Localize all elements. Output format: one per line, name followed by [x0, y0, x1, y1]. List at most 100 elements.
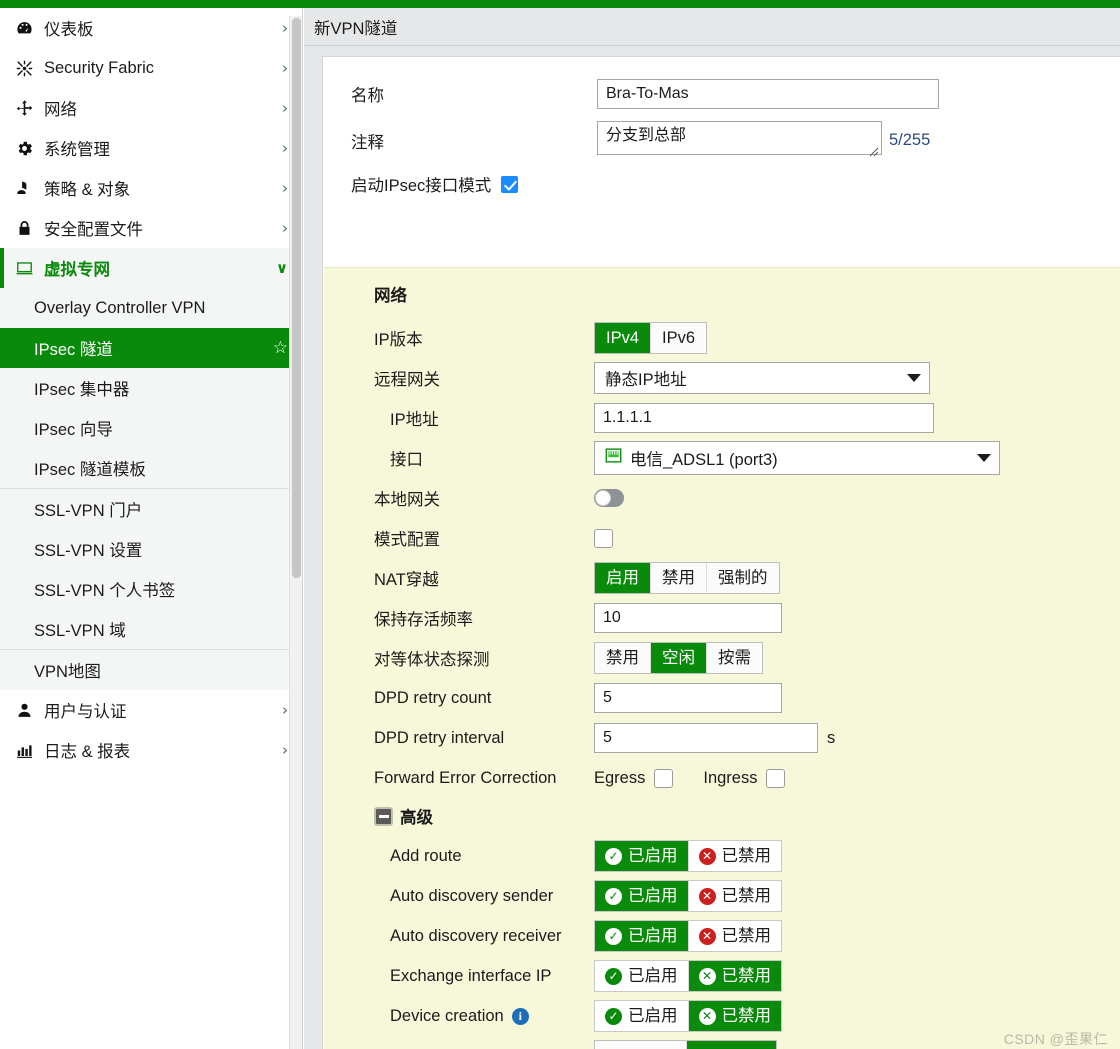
sidebar-item-sslvpn-personal-bookmarks[interactable]: SSL-VPN 个人书签 — [0, 569, 302, 609]
dpd-option-on-idle[interactable]: 空闲 — [651, 643, 707, 673]
add-route-option-enabled[interactable]: ✓ 已启用 — [595, 841, 689, 871]
dpd-retry-count-input[interactable] — [594, 683, 782, 713]
x-circle-icon: ✕ — [698, 847, 716, 865]
sidebar-item-sslvpn-realms[interactable]: SSL-VPN 域 — [0, 609, 302, 649]
chevron-right-icon: › — [282, 700, 288, 719]
main-content: 新VPN隧道 名称 注释 分支到总部 5/255 — [304, 8, 1120, 1049]
fec-egress-label: Egress — [594, 768, 646, 787]
exchange-interface-ip-segmented: ✓ 已启用 ✕ 已禁用 — [594, 960, 782, 992]
sidebar-scrollbar-thumb[interactable] — [292, 18, 301, 578]
sidebar-item-ipsec-concentrator[interactable]: IPsec 集中器 — [0, 368, 302, 408]
info-icon[interactable]: i — [511, 1007, 529, 1025]
sidebar-item-ipsec-wizard[interactable]: IPsec 向导 — [0, 408, 302, 448]
sidebar-item-label: 虚拟专网 — [44, 261, 110, 279]
exchange-interface-ip-control: ✓ 已启用 ✕ 已禁用 — [594, 960, 782, 992]
nat-traversal-option-enable[interactable]: 启用 — [595, 563, 651, 593]
sidebar-item-ipsec-tunnel-template[interactable]: IPsec 隧道模板 — [0, 448, 302, 488]
sidebar-item-sslvpn-settings[interactable]: SSL-VPN 设置 — [0, 529, 302, 569]
fec-ingress-checkbox[interactable] — [766, 768, 786, 788]
remote-gateway-control: 静态IP地址 — [594, 362, 930, 394]
ip-address-input[interactable] — [594, 403, 934, 433]
sidebar-item-vpn[interactable]: 虚拟专网 ∨ — [0, 248, 302, 288]
sidebar-item-dashboard[interactable]: 仪表板 › — [0, 8, 302, 48]
mode-config-checkbox[interactable] — [594, 528, 613, 548]
auto-discovery-receiver-option-enabled[interactable]: ✓ 已启用 — [595, 921, 689, 951]
tunnel-search-option-selectors[interactable]: Selectors — [595, 1041, 687, 1049]
add-route-control: ✓ 已启用 ✕ 已禁用 — [594, 840, 782, 872]
name-row: 名称 — [323, 79, 1120, 109]
sidebar-item-overlay-controller-vpn[interactable]: Overlay Controller VPN — [0, 288, 302, 328]
option-label: 已启用 — [628, 1007, 678, 1025]
nat-traversal-segmented: 启用 禁用 强制的 — [594, 562, 780, 594]
check-circle-icon: ✓ — [605, 927, 622, 945]
comment-textarea[interactable]: 分支到总部 — [597, 121, 882, 155]
interface-value-wrapper: 电信_ADSL1 (port3) — [605, 446, 967, 470]
local-gateway-toggle[interactable] — [594, 489, 624, 507]
check-circle-icon: ✓ — [605, 847, 622, 865]
device-creation-label-wrapper: Device creation i — [324, 1007, 594, 1026]
exchange-interface-ip-option-enabled[interactable]: ✓ 已启用 — [595, 961, 689, 991]
chevron-right-icon: › — [282, 98, 288, 117]
exchange-interface-ip-option-disabled[interactable]: ✕ 已禁用 — [688, 961, 781, 991]
advanced-section-header[interactable]: 高级 — [324, 804, 1120, 828]
ip-version-option-ipv6[interactable]: IPv6 — [651, 323, 707, 353]
sidebar-item-log-report[interactable]: 日志 & 报表 › — [0, 730, 302, 770]
dead-peer-detection-row: 对等体状态探测 禁用 空闲 按需 — [324, 638, 1120, 678]
sidebar-item-security-fabric[interactable]: Security Fabric › — [0, 48, 302, 88]
dpd-retry-interval-input[interactable] — [594, 723, 818, 753]
device-creation-segmented: ✓ 已启用 ✕ 已禁用 — [594, 1000, 782, 1032]
fec-egress-checkbox[interactable] — [654, 768, 674, 788]
chevron-right-icon: › — [282, 18, 288, 37]
remote-gateway-dropdown[interactable]: 静态IP地址 — [594, 362, 930, 394]
sidebar-item-policy-objects[interactable]: 策略 & 对象 › — [0, 168, 302, 208]
sidebar-item-user-authentication[interactable]: 用户与认证 › — [0, 690, 302, 730]
dead-peer-detection-control: 禁用 空闲 按需 — [594, 642, 763, 674]
interface-dropdown[interactable]: 电信_ADSL1 (port3) — [594, 441, 1000, 475]
favorite-star-icon[interactable]: ☆ — [273, 338, 288, 358]
ipsec-interface-mode-label: 启动IPsec接口模式 — [351, 177, 492, 195]
chevron-right-icon: › — [282, 218, 288, 237]
tunnel-search-row: Tunnel search Selectors Next-hop — [324, 1036, 1120, 1049]
check-circle-icon: ✓ — [605, 887, 622, 905]
device-creation-option-disabled[interactable]: ✕ 已禁用 — [688, 1001, 781, 1031]
sidebar-subitem-label: SSL-VPN 个人书签 — [34, 582, 176, 600]
add-route-option-disabled[interactable]: ✕ 已禁用 — [688, 841, 781, 871]
ip-version-option-ipv4[interactable]: IPv4 — [595, 323, 652, 353]
nat-traversal-option-disable[interactable]: 禁用 — [651, 563, 707, 593]
network-section-title: 网络 — [374, 287, 407, 305]
auto-discovery-sender-option-disabled[interactable]: ✕ 已禁用 — [688, 881, 781, 911]
sidebar-item-sslvpn-portal[interactable]: SSL-VPN 门户 — [0, 489, 302, 529]
remote-gateway-label: 远程网关 — [374, 371, 440, 389]
dpd-option-on-demand[interactable]: 按需 — [707, 643, 762, 673]
interface-label: 接口 — [390, 451, 423, 469]
collapse-minus-icon[interactable] — [374, 806, 393, 826]
dpd-option-disable[interactable]: 禁用 — [595, 643, 651, 673]
x-circle-icon: ✕ — [698, 887, 716, 905]
device-creation-option-enabled[interactable]: ✓ 已启用 — [595, 1001, 689, 1031]
auto-discovery-sender-row: Auto discovery sender ✓ 已启用 ✕ 已禁用 — [324, 876, 1120, 916]
vpn-tunnel-form-card: 名称 注释 分支到总部 5/255 启动IPsec接口模式 — [322, 56, 1120, 1049]
auto-discovery-receiver-label: Auto discovery receiver — [390, 926, 562, 945]
fec-ingress-label: Ingress — [703, 768, 758, 787]
keepalive-frequency-input[interactable] — [594, 603, 782, 633]
ipsec-interface-mode-checkbox[interactable] — [501, 175, 519, 193]
sidebar-scrollbar[interactable] — [289, 16, 302, 1049]
mode-config-control — [594, 528, 613, 548]
sidebar-item-system[interactable]: 系统管理 › — [0, 128, 302, 168]
nat-traversal-option-forced[interactable]: 强制的 — [707, 563, 779, 593]
auto-discovery-receiver-option-disabled[interactable]: ✕ 已禁用 — [688, 921, 781, 951]
option-label: 已禁用 — [721, 847, 772, 865]
sidebar-item-label: 网络 — [44, 101, 77, 119]
auto-discovery-sender-option-enabled[interactable]: ✓ 已启用 — [595, 881, 689, 911]
sidebar-item-network[interactable]: 网络 › — [0, 88, 302, 128]
sidebar-item-vpn-map[interactable]: VPN地图 — [0, 650, 302, 690]
forward-error-correction-row: Forward Error Correction Egress Ingress — [324, 758, 1120, 798]
sidebar-item-security-profiles[interactable]: 安全配置文件 › — [0, 208, 302, 248]
monitor-icon — [12, 259, 36, 278]
tunnel-search-control: Selectors Next-hop — [594, 1040, 777, 1049]
keepalive-frequency-label: 保持存活频率 — [374, 611, 473, 629]
sidebar-item-ipsec-tunnels[interactable]: IPsec 隧道 ☆ — [0, 328, 302, 368]
tunnel-search-option-next-hop[interactable]: Next-hop — [686, 1041, 776, 1049]
sidebar-subitem-label: SSL-VPN 设置 — [34, 542, 143, 560]
name-input[interactable] — [597, 79, 939, 109]
